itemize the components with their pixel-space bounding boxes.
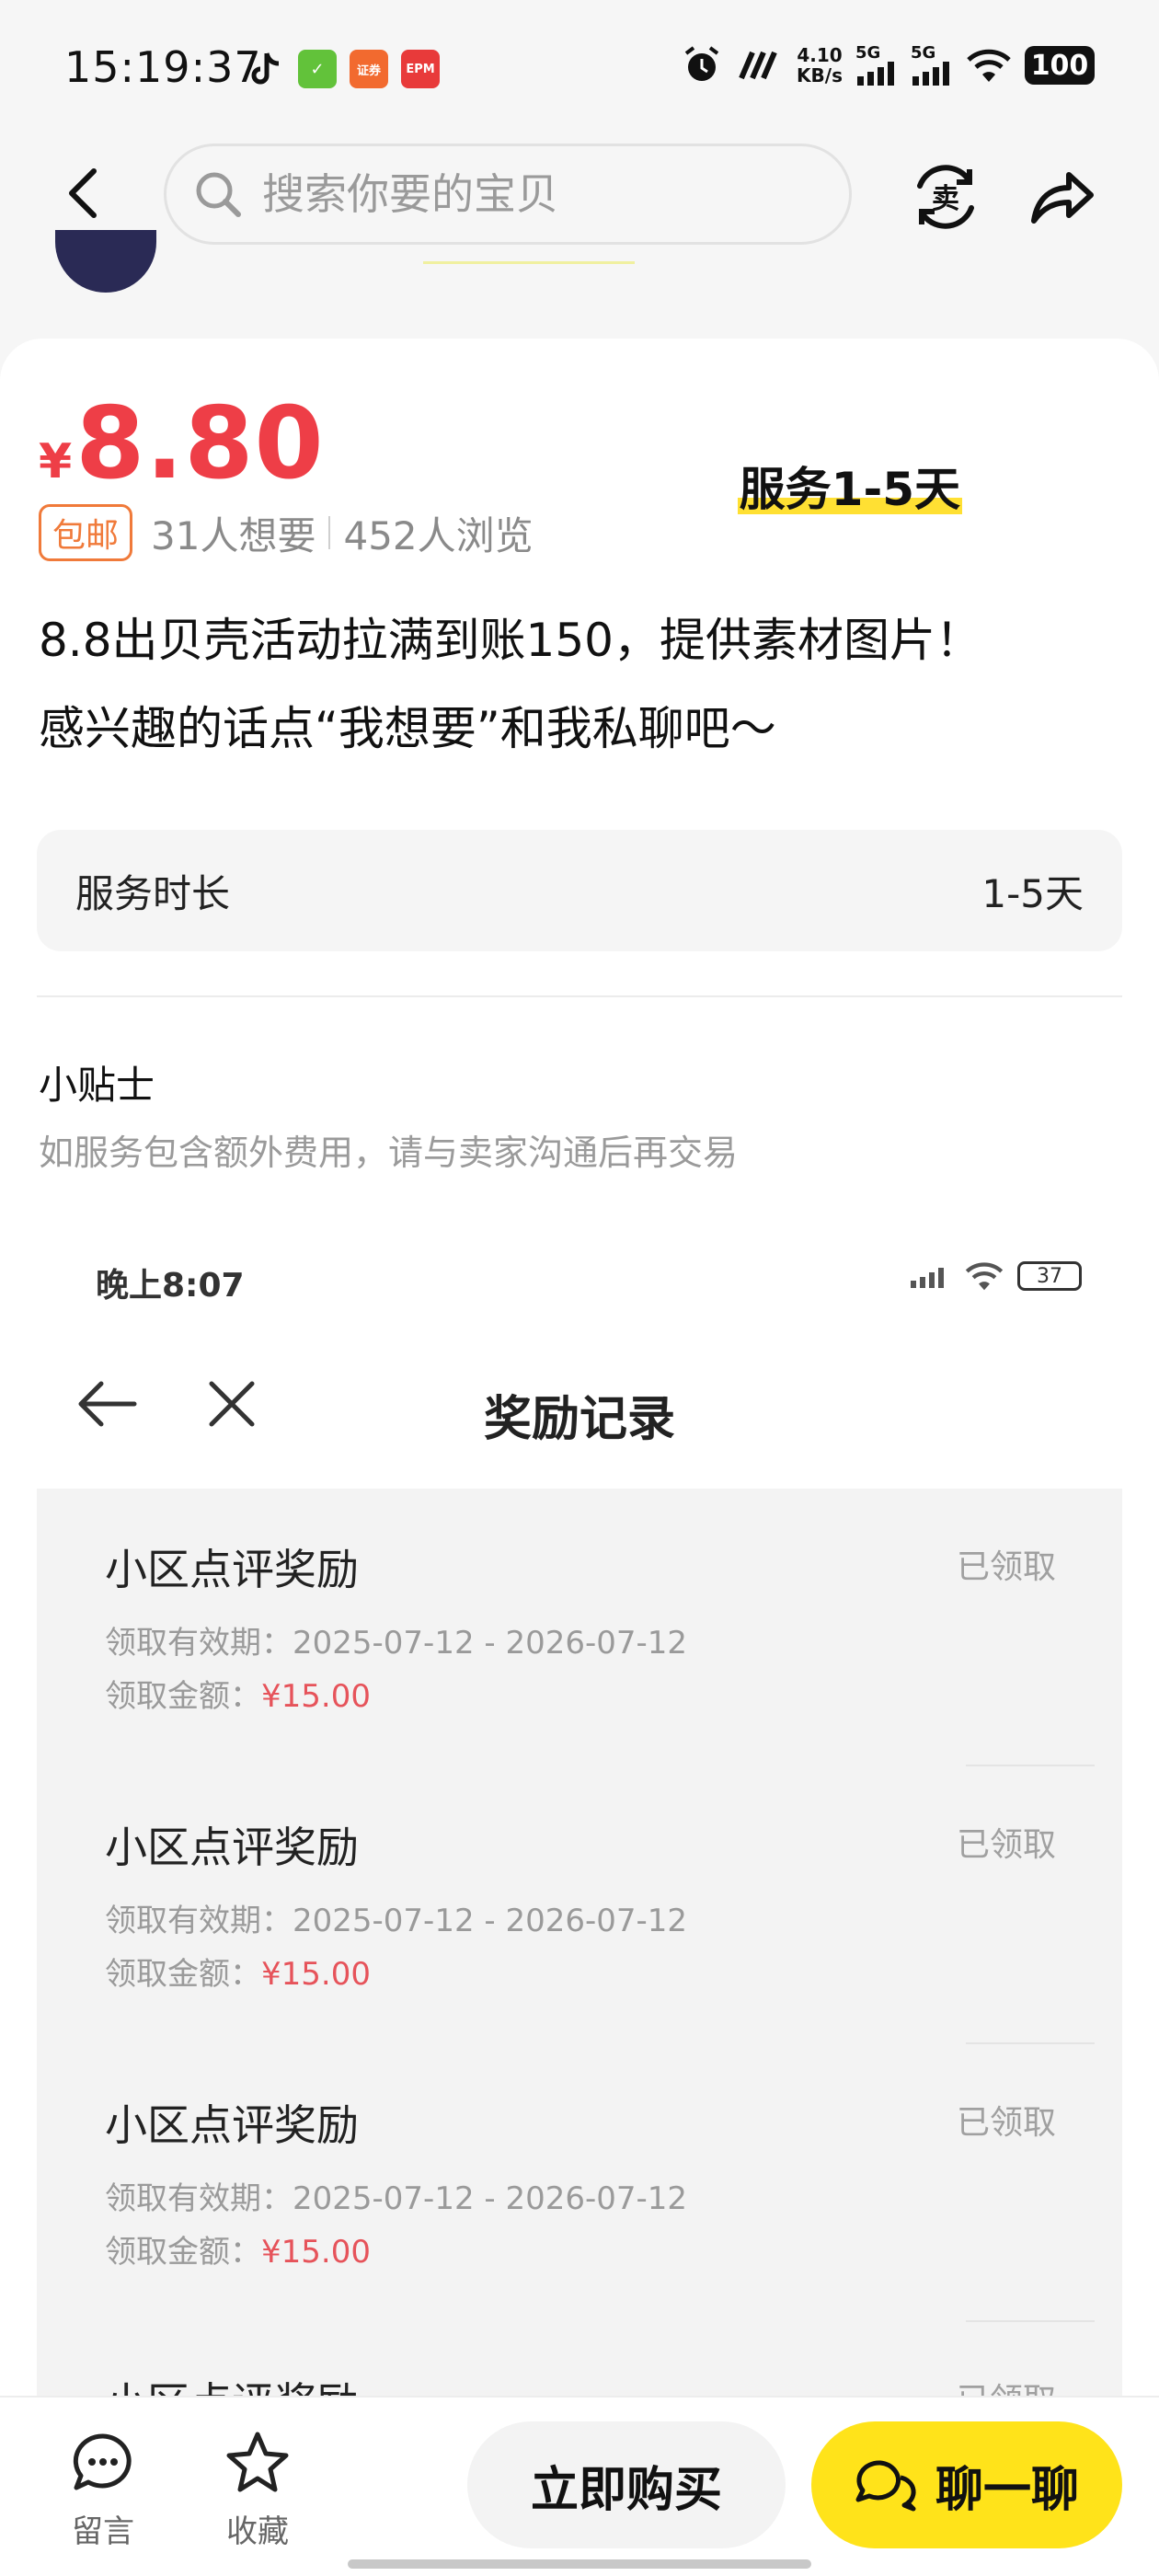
tips-title: 小贴士 (39, 1063, 155, 1108)
signal-icon (912, 62, 949, 86)
chat-button[interactable]: 聊一聊 (811, 2421, 1122, 2548)
sell-icon[interactable]: 卖 (909, 160, 982, 234)
svg-text:卖: 卖 (932, 183, 959, 215)
signal-icon (911, 1268, 944, 1288)
favorite-button[interactable]: 收藏 (202, 2429, 313, 2551)
meta-divider (328, 516, 331, 549)
search-bar[interactable] (164, 144, 852, 245)
service-duration-spec: 服务时长 1-5天 (37, 830, 1122, 951)
wants-count: 31人想要 (151, 512, 316, 558)
buy-now-button[interactable]: 立即购买 (467, 2421, 786, 2548)
star-icon (226, 2432, 289, 2492)
tips-text: 如服务包含额外费用，请与卖家沟通后再交易 (39, 1133, 739, 1173)
signal-sim2: 5G (911, 45, 953, 86)
wifi-icon (967, 49, 1011, 82)
product-image[interactable]: 晚上8:07 37 奖励记录 小区点评奖励 已领取 领取有效期：2025-07-… (37, 1222, 1122, 2576)
chat-icon (855, 2460, 916, 2512)
wechat-check-icon: ✓ (298, 50, 337, 88)
back-icon[interactable] (57, 166, 112, 221)
network-speed: 4.10 KB/s (797, 44, 843, 86)
image-status-bar: 晚上8:07 37 (37, 1222, 1122, 1332)
section-divider (37, 995, 1122, 997)
list-item: 小区点评奖励 已领取 领取有效期：2025-07-12 - 2026-07-12… (105, 2100, 1056, 2271)
search-input[interactable] (262, 169, 777, 219)
chat-label: 聊一聊 (935, 2462, 1079, 2518)
seller-avatar[interactable] (55, 230, 156, 293)
status-time: 15:19:37 (64, 42, 262, 92)
price: ¥ 8.80 (39, 386, 325, 501)
status-app-icons: ✓ 证券 EPM (247, 50, 440, 88)
status-bar: 15:19:37 ✓ 证券 EPM 4.10 KB/s 5G 5G 100 (0, 0, 1159, 138)
home-indicator[interactable] (348, 2559, 811, 2569)
image-page-title: 奖励记录 (483, 1392, 675, 1447)
favorite-label: 收藏 (226, 2513, 289, 2550)
product-meta: 包邮 31人想要 452人浏览 (39, 504, 534, 561)
spec-value: 1-5天 (981, 870, 1084, 916)
bottom-action-bar: 留言 收藏 立即购买 聊一聊 (0, 2396, 1159, 2576)
price-value: 8.80 (75, 386, 325, 501)
nfc-icon (739, 51, 777, 80)
product-description: 8.8出贝壳活动拉满到账150，提供素材图片！ 感兴趣的话点“我想要”和我私聊吧… (39, 614, 981, 755)
search-icon (196, 172, 241, 217)
share-icon[interactable] (1025, 160, 1098, 234)
header-decoration (423, 261, 635, 264)
signal-icon (857, 62, 894, 86)
comment-button[interactable]: 留言 (48, 2429, 158, 2551)
signal-sim1: 5G (855, 45, 898, 86)
comment-label: 留言 (72, 2513, 134, 2550)
top-nav: 卖 (0, 138, 1159, 258)
epm-app-icon: EPM (401, 50, 440, 88)
battery-icon: 100 (1025, 46, 1095, 85)
currency-symbol: ¥ (39, 434, 73, 489)
wifi-icon (965, 1262, 1004, 1291)
tiktok-icon (251, 52, 280, 85)
spec-label: 服务时长 (75, 870, 231, 916)
comment-icon (73, 2433, 132, 2490)
securities-app-icon: 证券 (350, 50, 388, 88)
free-shipping-badge: 包邮 (39, 504, 133, 561)
image-nav-bar: 奖励记录 (37, 1332, 1122, 1479)
status-indicators: 4.10 KB/s 5G 5G 100 (681, 44, 1095, 86)
battery-icon: 37 (1017, 1261, 1082, 1291)
views-count: 452人浏览 (343, 512, 534, 558)
list-item: 小区点评奖励 已领取 领取有效期：2025-07-12 - 2026-07-12… (105, 1823, 1056, 1993)
list-item: 小区点评奖励 已领取 领取有效期：2025-07-12 - 2026-07-12… (105, 1545, 1056, 1715)
alarm-icon (684, 46, 719, 81)
product-card: ¥ 8.80 服务1-5天 包邮 31人想要 452人浏览 8.8出贝壳活动拉满… (0, 339, 1159, 2576)
service-duration-tag: 服务1-5天 (739, 463, 960, 516)
